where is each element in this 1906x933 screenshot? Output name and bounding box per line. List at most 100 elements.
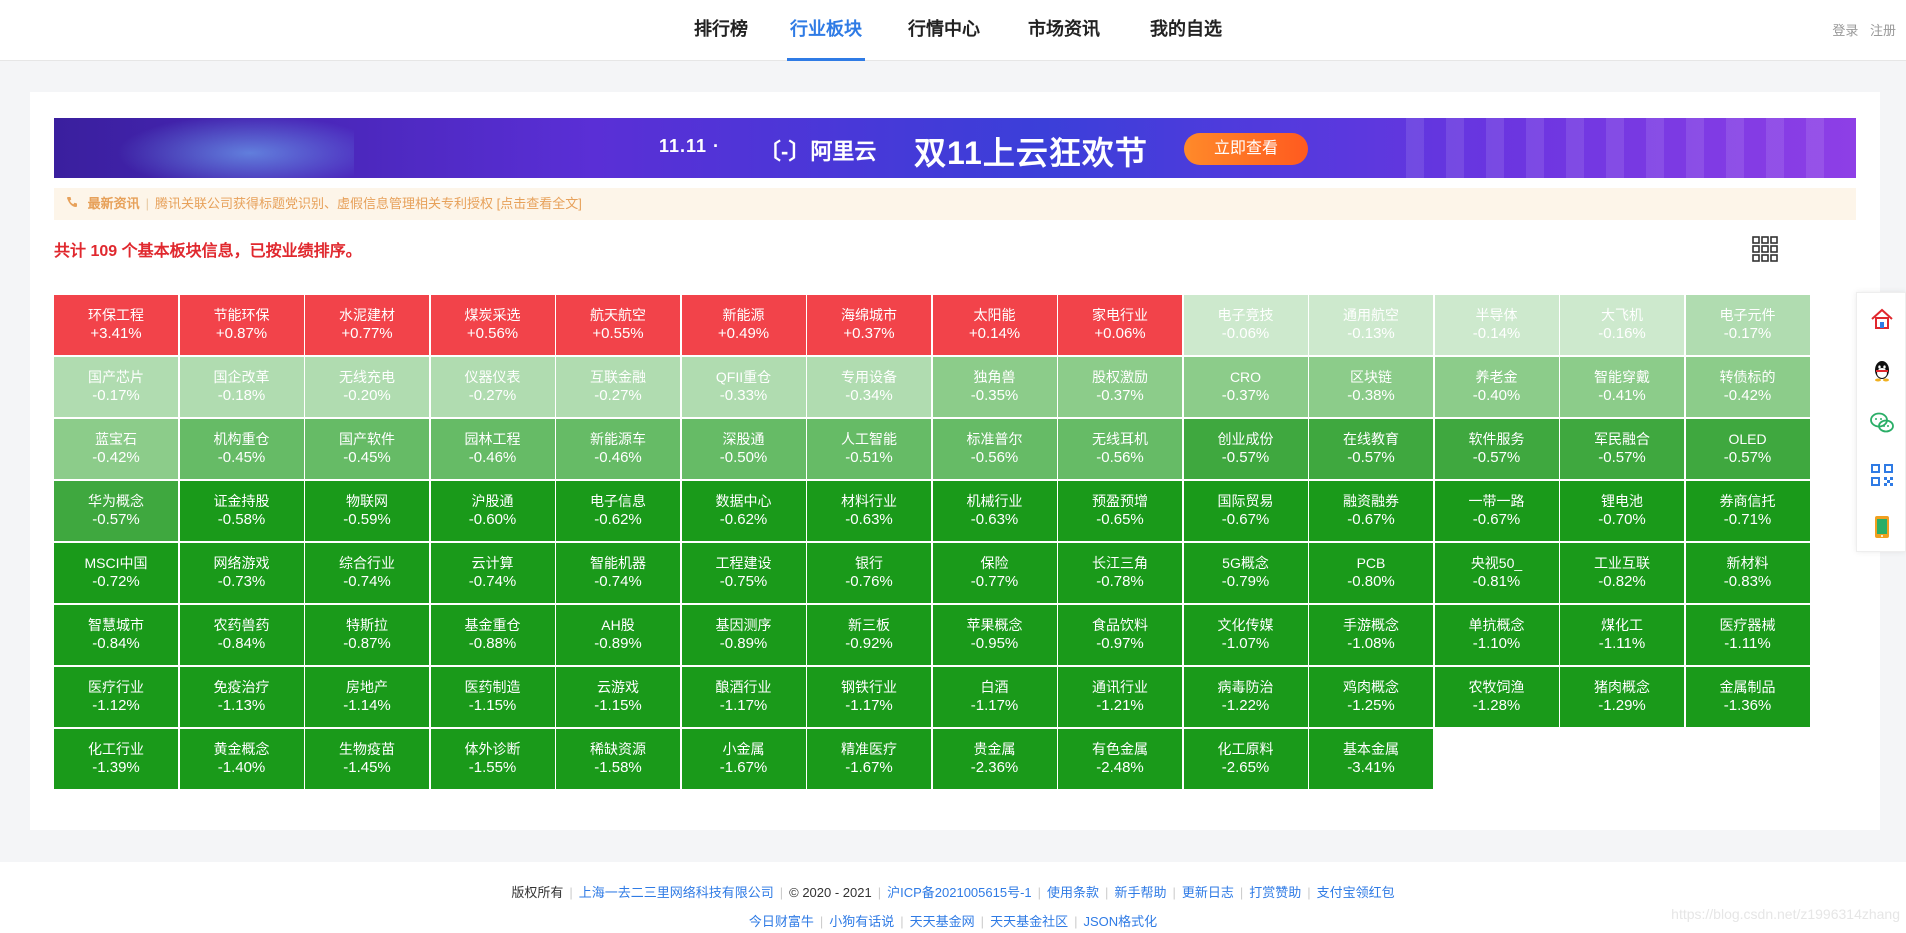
- sector-cell[interactable]: 稀缺资源 -1.58%: [556, 729, 680, 789]
- sector-cell[interactable]: 文化传媒 -1.07%: [1183, 605, 1308, 665]
- sector-cell[interactable]: 煤炭采选 +0.56%: [430, 295, 555, 355]
- sector-cell[interactable]: 小金属 -1.67%: [681, 729, 806, 789]
- sector-cell[interactable]: 软件服务 -0.57%: [1434, 419, 1559, 479]
- sector-cell[interactable]: 酿酒行业 -1.17%: [681, 667, 806, 727]
- sector-cell[interactable]: 数据中心 -0.62%: [681, 481, 806, 541]
- footer-link-wealth[interactable]: 今日财富牛: [749, 914, 814, 929]
- sector-cell[interactable]: 人工智能 -0.51%: [807, 419, 931, 479]
- sector-cell[interactable]: 保险 -0.77%: [932, 543, 1057, 603]
- sector-cell[interactable]: OLED -0.57%: [1685, 419, 1810, 479]
- sector-cell[interactable]: 无线充电 -0.20%: [305, 357, 429, 417]
- sector-cell[interactable]: 海绵城市 +0.37%: [807, 295, 931, 355]
- sector-cell[interactable]: 创业成份 -0.57%: [1183, 419, 1308, 479]
- sector-cell[interactable]: 化工原料 -2.65%: [1183, 729, 1308, 789]
- login-link[interactable]: 登录: [1832, 23, 1858, 38]
- nav-item-ranking[interactable]: 排行榜: [686, 0, 756, 61]
- sector-cell[interactable]: 医疗行业 -1.12%: [54, 667, 178, 727]
- sector-cell[interactable]: 新能源 +0.49%: [681, 295, 806, 355]
- nav-item-market[interactable]: 行情中心: [905, 0, 983, 61]
- sector-cell[interactable]: 央视50_ -0.81%: [1434, 543, 1559, 603]
- sector-cell[interactable]: QFII重仓 -0.33%: [681, 357, 806, 417]
- sector-cell[interactable]: 综合行业 -0.74%: [305, 543, 429, 603]
- footer-link-help[interactable]: 新手帮助: [1114, 885, 1166, 900]
- sector-cell[interactable]: 华为概念 -0.57%: [54, 481, 178, 541]
- sector-cell[interactable]: 有色金属 -2.48%: [1058, 729, 1182, 789]
- wechat-icon[interactable]: [1857, 397, 1906, 449]
- sector-cell[interactable]: 医疗器械 -1.11%: [1685, 605, 1810, 665]
- sector-cell[interactable]: 食品饮料 -0.97%: [1058, 605, 1182, 665]
- sector-cell[interactable]: 电子竞技 -0.06%: [1183, 295, 1308, 355]
- sector-cell[interactable]: 水泥建材 +0.77%: [305, 295, 429, 355]
- sector-cell[interactable]: 券商信托 -0.71%: [1685, 481, 1810, 541]
- sector-cell[interactable]: 煤化工 -1.11%: [1560, 605, 1684, 665]
- grid-view-icon[interactable]: [1752, 236, 1778, 262]
- sector-cell[interactable]: 一带一路 -0.67%: [1434, 481, 1559, 541]
- sector-cell[interactable]: 园林工程 -0.46%: [430, 419, 555, 479]
- sector-cell[interactable]: 基本金属 -3.41%: [1309, 729, 1433, 789]
- footer-link-changelog[interactable]: 更新日志: [1182, 885, 1234, 900]
- sector-cell[interactable]: 农牧饲渔 -1.28%: [1434, 667, 1559, 727]
- sector-cell[interactable]: 金属制品 -1.36%: [1685, 667, 1810, 727]
- sector-cell[interactable]: 机械行业 -0.63%: [932, 481, 1057, 541]
- sector-cell[interactable]: 医药制造 -1.15%: [430, 667, 555, 727]
- sector-cell[interactable]: 融资融券 -0.67%: [1309, 481, 1433, 541]
- sector-cell[interactable]: 国企改革 -0.18%: [179, 357, 304, 417]
- news-link[interactable]: 腾讯关联公司获得标题党识别、虚假信息管理相关专利授权 [点击查看全文]: [155, 196, 582, 211]
- sector-cell[interactable]: 区块链 -0.38%: [1309, 357, 1433, 417]
- sector-cell[interactable]: 苹果概念 -0.95%: [932, 605, 1057, 665]
- sector-cell[interactable]: MSCI中国 -0.72%: [54, 543, 178, 603]
- sector-cell[interactable]: 房地产 -1.14%: [305, 667, 429, 727]
- sector-cell[interactable]: 无线耳机 -0.56%: [1058, 419, 1182, 479]
- sector-cell[interactable]: 节能环保 +0.87%: [179, 295, 304, 355]
- sector-cell[interactable]: 银行 -0.76%: [807, 543, 931, 603]
- sector-cell[interactable]: 蓝宝石 -0.42%: [54, 419, 178, 479]
- sector-cell[interactable]: 工程建设 -0.75%: [681, 543, 806, 603]
- sector-cell[interactable]: 新材料 -0.83%: [1685, 543, 1810, 603]
- sector-cell[interactable]: 半导体 -0.14%: [1434, 295, 1559, 355]
- sector-cell[interactable]: 标准普尔 -0.56%: [932, 419, 1057, 479]
- sector-cell[interactable]: 大飞机 -0.16%: [1560, 295, 1684, 355]
- sector-cell[interactable]: AH股 -0.89%: [556, 605, 680, 665]
- sector-cell[interactable]: 精准医疗 -1.67%: [807, 729, 931, 789]
- footer-link-dog[interactable]: 小狗有话说: [829, 914, 894, 929]
- sector-cell[interactable]: 锂电池 -0.70%: [1560, 481, 1684, 541]
- ad-banner[interactable]: 11.11 · 〔-〕阿里云 双11上云狂欢节 立即查看: [54, 118, 1856, 178]
- sector-cell[interactable]: 基金重仓 -0.88%: [430, 605, 555, 665]
- sector-cell[interactable]: 免疫治疗 -1.13%: [179, 667, 304, 727]
- sector-cell[interactable]: 国产软件 -0.45%: [305, 419, 429, 479]
- sector-cell[interactable]: 农药兽药 -0.84%: [179, 605, 304, 665]
- sector-cell[interactable]: CRO -0.37%: [1183, 357, 1308, 417]
- sector-cell[interactable]: 基因测序 -0.89%: [681, 605, 806, 665]
- footer-link-fund[interactable]: 天天基金网: [910, 914, 975, 929]
- footer-link-redpacket[interactable]: 支付宝领红包: [1317, 885, 1395, 900]
- sector-cell[interactable]: 智慧城市 -0.84%: [54, 605, 178, 665]
- sector-cell[interactable]: 预盈预增 -0.65%: [1058, 481, 1182, 541]
- sector-cell[interactable]: 智能机器 -0.74%: [556, 543, 680, 603]
- sector-cell[interactable]: 鸡肉概念 -1.25%: [1309, 667, 1433, 727]
- sector-cell[interactable]: 仪器仪表 -0.27%: [430, 357, 555, 417]
- sector-cell[interactable]: 深股通 -0.50%: [681, 419, 806, 479]
- sector-cell[interactable]: 军民融合 -0.57%: [1560, 419, 1684, 479]
- footer-link-fund-community[interactable]: 天天基金社区: [990, 914, 1068, 929]
- sector-cell[interactable]: PCB -0.80%: [1309, 543, 1433, 603]
- sector-cell[interactable]: 转债标的 -0.42%: [1685, 357, 1810, 417]
- sector-cell[interactable]: 证金持股 -0.58%: [179, 481, 304, 541]
- sector-cell[interactable]: 电子信息 -0.62%: [556, 481, 680, 541]
- banner-cta-button[interactable]: 立即查看: [1184, 133, 1308, 165]
- sector-cell[interactable]: 国际贸易 -0.67%: [1183, 481, 1308, 541]
- sector-cell[interactable]: 物联网 -0.59%: [305, 481, 429, 541]
- sector-cell[interactable]: 股权激励 -0.37%: [1058, 357, 1182, 417]
- sector-cell[interactable]: 病毒防治 -1.22%: [1183, 667, 1308, 727]
- footer-link-donate[interactable]: 打赏赞助: [1249, 885, 1301, 900]
- sector-cell[interactable]: 特斯拉 -0.87%: [305, 605, 429, 665]
- sector-cell[interactable]: 在线教育 -0.57%: [1309, 419, 1433, 479]
- sector-cell[interactable]: 新三板 -0.92%: [807, 605, 931, 665]
- sector-cell[interactable]: 体外诊断 -1.55%: [430, 729, 555, 789]
- sector-cell[interactable]: 贵金属 -2.36%: [932, 729, 1057, 789]
- sector-cell[interactable]: 智能穿戴 -0.41%: [1560, 357, 1684, 417]
- sector-cell[interactable]: 网络游戏 -0.73%: [179, 543, 304, 603]
- mobile-icon[interactable]: [1857, 501, 1906, 553]
- sector-cell[interactable]: 猪肉概念 -1.29%: [1560, 667, 1684, 727]
- sector-cell[interactable]: 钢铁行业 -1.17%: [807, 667, 931, 727]
- sector-cell[interactable]: 沪股通 -0.60%: [430, 481, 555, 541]
